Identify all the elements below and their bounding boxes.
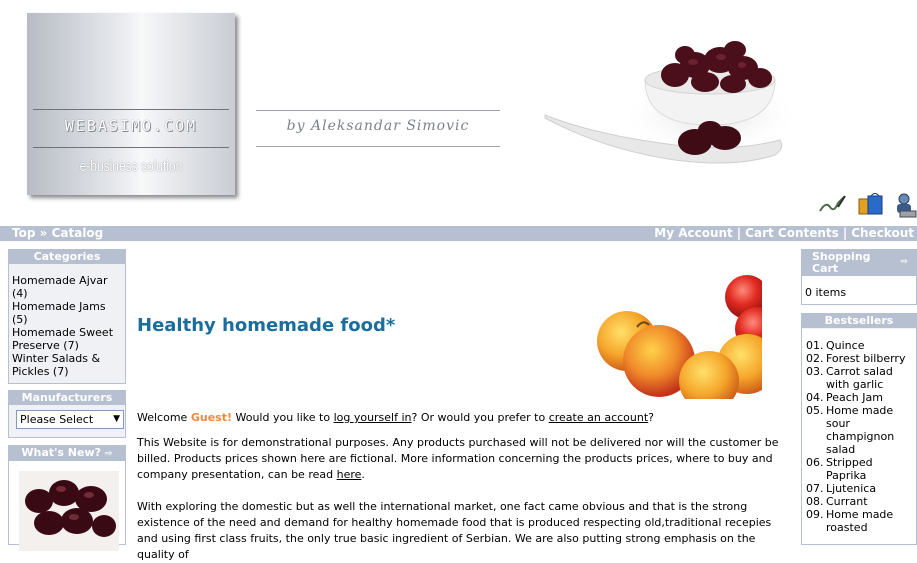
logo-rule: [33, 109, 229, 110]
guest-label: Guest!: [190, 411, 232, 424]
welcome-or: ? Or would you prefer to: [411, 411, 549, 424]
whats-new-box: What's New? ⇨: [8, 445, 126, 551]
info-here-link[interactable]: here: [337, 468, 362, 481]
bestseller-item[interactable]: 06. Stripped Paprika: [806, 456, 912, 482]
bestseller-item[interactable]: 09. Home made roasted: [806, 508, 912, 534]
bestseller-rank: 05.: [806, 404, 824, 417]
demo-notice-text: This Website is for demonstrational purp…: [137, 436, 779, 481]
bestsellers-list: 01. Quince 02. Forest bilberry 03. Carrot s…: [802, 329, 916, 544]
welcome-prefix: Welcome: [137, 411, 191, 424]
bestseller-item[interactable]: 08. Currant: [806, 495, 912, 508]
bestseller-rank: 04.: [806, 391, 824, 404]
manufacturer-select-value: Please Select: [20, 413, 94, 426]
bestseller-item[interactable]: 04. Peach Jam: [806, 391, 912, 404]
nav-separator: |: [736, 226, 742, 240]
navigation-bar: Top » Catalog My Account | Cart Contents | C…: [0, 226, 917, 241]
logo-rule: [33, 147, 229, 148]
bestseller-link[interactable]: Peach Jam: [826, 391, 883, 404]
login-link[interactable]: log yourself in: [334, 411, 412, 424]
shopping-cart-body: 0 items: [802, 276, 916, 304]
shopping-bags-icon[interactable]: [856, 193, 886, 220]
bestseller-item[interactable]: 02. Forest bilberry: [806, 352, 912, 365]
bestseller-link[interactable]: Stripped Paprika: [826, 456, 912, 482]
header-cherries-image: [544, 41, 795, 164]
bestseller-item[interactable]: 05. Home made sour champignon salad: [806, 404, 912, 456]
author-rule: [256, 146, 500, 147]
logo-tagline: e-business solution: [79, 157, 183, 175]
welcome-mid: Would you like to: [231, 411, 334, 424]
bestseller-item[interactable]: 03. Carrot salad with garlic: [806, 365, 912, 391]
bestseller-rank: 01.: [806, 339, 824, 352]
logo-site-name: WEBASIMO.COM: [64, 117, 198, 135]
demo-notice: This Website is for demonstrational purp…: [137, 435, 787, 483]
breadcrumb: Top » Catalog: [12, 226, 103, 241]
author-signature: by Aleksandar Simovic: [286, 118, 470, 134]
my-account-link[interactable]: My Account: [654, 226, 733, 240]
welcome-end: ?: [648, 411, 654, 424]
bestseller-rank: 02.: [806, 352, 824, 365]
site-logo[interactable]: WEBASIMO.COM e-business solution: [27, 13, 235, 195]
manufacturers-body: Please Select ▼: [9, 406, 125, 437]
categories-box: Categories Homemade Ajvar (4) Homemade J…: [8, 249, 126, 384]
checkout-link[interactable]: Checkout: [851, 226, 914, 240]
bestseller-rank: 08.: [806, 495, 824, 508]
categories-list: Homemade Ajvar (4) Homemade Jams (5) Hom…: [9, 265, 125, 383]
bestseller-rank: 03.: [806, 365, 824, 378]
shopping-cart-heading[interactable]: Shopping Cart ⇨: [802, 250, 916, 276]
bestseller-link[interactable]: Ljutenica: [826, 482, 876, 495]
fruit-image: [597, 275, 762, 399]
welcome-message: Welcome Guest! Would you like to log you…: [137, 410, 787, 426]
breadcrumb-separator: »: [39, 226, 48, 240]
category-link[interactable]: Homemade Jams (5): [12, 300, 122, 326]
bestsellers-heading: Bestsellers: [802, 314, 916, 328]
manufacturers-box: Manufacturers Please Select ▼: [8, 390, 126, 438]
create-account-link[interactable]: create an account: [549, 411, 648, 424]
category-link[interactable]: Winter Salads & Pickles (7): [12, 352, 122, 378]
chevron-down-icon: ▼: [113, 414, 120, 424]
bestseller-link[interactable]: Home made roasted: [826, 508, 912, 534]
cart-contents-link[interactable]: Cart Contents: [745, 226, 839, 240]
shopping-cart-box: Shopping Cart ⇨ 0 items: [801, 249, 917, 305]
whats-new-heading[interactable]: What's New? ⇨: [9, 446, 125, 461]
shopping-cart-title: Shopping Cart: [812, 250, 871, 275]
arrow-right-icon: ⇨: [900, 257, 908, 267]
cart-item-count: 0 items: [805, 286, 847, 299]
bestseller-link[interactable]: Forest bilberry: [826, 352, 905, 365]
bestseller-item[interactable]: 01. Quince: [806, 339, 912, 352]
arrow-right-icon: ⇨: [105, 449, 113, 459]
category-link[interactable]: Homemade Ajvar (4): [12, 274, 122, 300]
demo-notice-end: .: [361, 468, 365, 481]
bestseller-link[interactable]: Currant: [826, 495, 868, 508]
manufacturer-select[interactable]: Please Select ▼: [16, 410, 124, 429]
breadcrumb-catalog-link[interactable]: Catalog: [52, 226, 104, 240]
about-paragraph: With exploring the domestic but as well …: [137, 500, 772, 561]
bestseller-rank: 07.: [806, 482, 824, 495]
whats-new-product-image[interactable]: [19, 471, 119, 551]
bestsellers-box: Bestsellers 01. Quince 02. Forest bilberry…: [801, 313, 917, 545]
page-title: Healthy homemade food*: [137, 315, 396, 336]
bestseller-rank: 09.: [806, 508, 824, 521]
bestseller-item[interactable]: 07. Ljutenica: [806, 482, 912, 495]
author-rule: [256, 110, 500, 111]
bestseller-link[interactable]: Carrot salad with garlic: [826, 365, 912, 391]
main-content: Healthy homemade food* Welcome Guest! Wo…: [137, 241, 791, 561]
signature-pen-icon[interactable]: [818, 193, 846, 218]
header-icon-group: [818, 193, 917, 219]
manufacturers-heading: Manufacturers: [9, 391, 125, 405]
bestseller-rank: 06.: [806, 456, 824, 469]
nav-separator: |: [842, 226, 848, 240]
breadcrumb-top-link[interactable]: Top: [12, 226, 35, 240]
categories-heading: Categories: [9, 250, 125, 264]
checkout-user-icon[interactable]: [894, 193, 917, 222]
category-link[interactable]: Homemade Sweet Preserve (7): [12, 326, 122, 352]
bestseller-link[interactable]: Quince: [826, 339, 864, 352]
account-links: My Account | Cart Contents | Checkout: [654, 226, 914, 241]
whats-new-body: [9, 461, 125, 551]
whats-new-title: What's New?: [21, 446, 102, 459]
bestseller-link[interactable]: Home made sour champignon salad: [826, 404, 912, 456]
